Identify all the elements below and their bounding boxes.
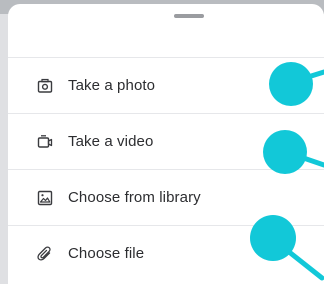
menu-item-take-photo[interactable]: Take a photo	[8, 57, 324, 113]
camera-icon	[36, 77, 54, 95]
video-camera-icon	[36, 133, 54, 151]
paperclip-icon	[36, 245, 54, 263]
attachment-menu: Take a photo Take a video Choose from li…	[8, 57, 324, 281]
menu-item-label: Choose file	[68, 245, 145, 262]
menu-item-take-video[interactable]: Take a video	[8, 113, 324, 169]
image-icon	[36, 189, 54, 207]
menu-item-choose-file[interactable]: Choose file	[8, 225, 324, 281]
sheet-drag-handle[interactable]	[174, 14, 204, 18]
menu-item-label: Choose from library	[68, 189, 201, 206]
menu-item-choose-library[interactable]: Choose from library	[8, 169, 324, 225]
menu-item-label: Take a photo	[68, 77, 156, 94]
screen: Take a photo Take a video Choose from li…	[0, 0, 324, 284]
backdrop-edge	[0, 14, 8, 284]
menu-item-label: Take a video	[68, 133, 154, 150]
